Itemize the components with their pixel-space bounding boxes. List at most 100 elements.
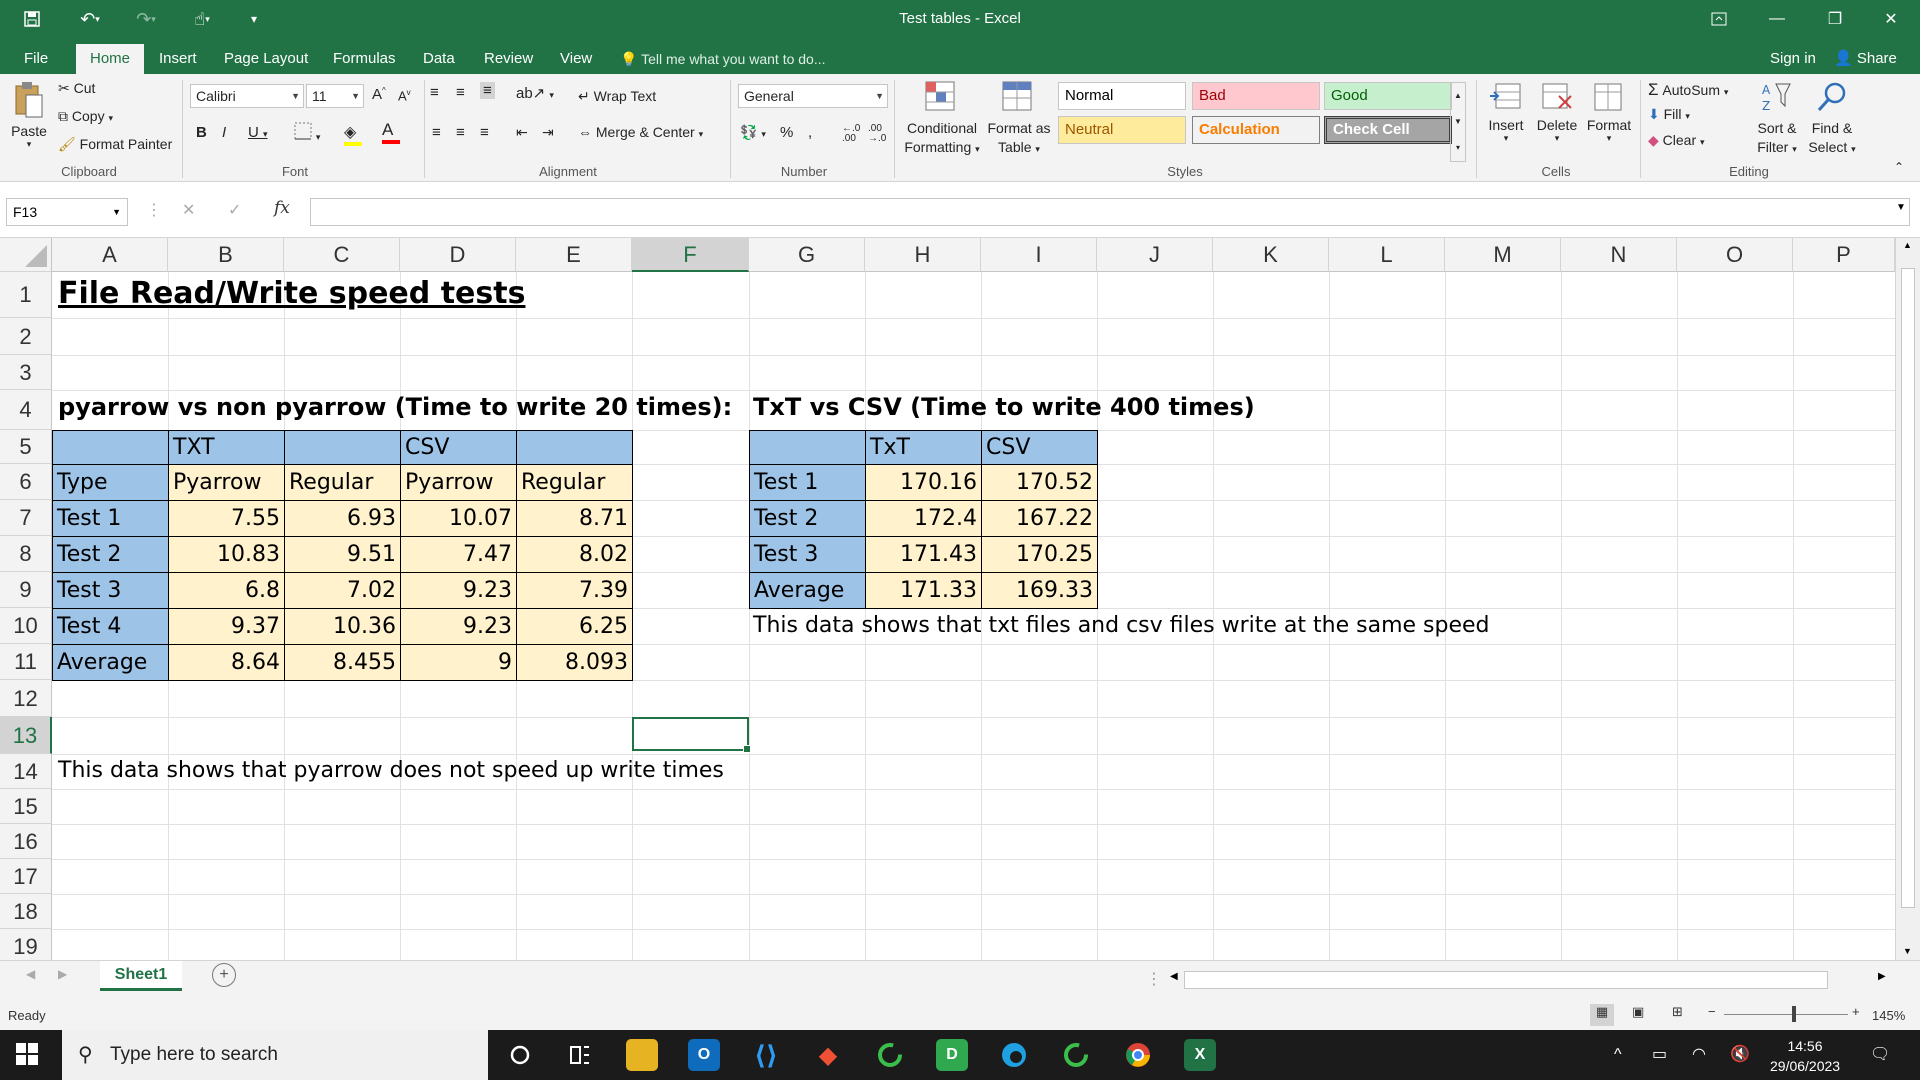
prev-sheet-icon[interactable]: ◀ (26, 967, 35, 981)
sign-in-link[interactable]: Sign in (1770, 44, 1816, 74)
table1-group-header[interactable]: TXT (168, 430, 285, 465)
zoom-in-icon[interactable]: + (1852, 1004, 1860, 1019)
table1-note[interactable]: This data shows that pyarrow does not sp… (54, 754, 728, 788)
merge-center-button[interactable]: ⇔ Merge & Center ▾ (578, 124, 703, 140)
table2-value-cell[interactable]: 171.33 (865, 572, 982, 609)
format-cells-button[interactable]: Format ▾ (1584, 80, 1634, 144)
row-header-14[interactable]: 14 (0, 754, 52, 789)
tab-page-layout[interactable]: Page Layout (218, 44, 314, 74)
notifications-icon[interactable]: 🗨 (1870, 1030, 1890, 1080)
paste-button[interactable]: Paste ▾ (8, 80, 50, 150)
table2-value-cell[interactable]: 170.25 (981, 536, 1098, 573)
sheet-title[interactable]: File Read/Write speed tests (54, 274, 529, 314)
file-explorer-icon[interactable] (626, 1039, 658, 1071)
row-header-8[interactable]: 8 (0, 536, 52, 572)
column-header-j[interactable]: J (1097, 238, 1213, 272)
cell-style-normal[interactable]: Normal (1058, 82, 1186, 110)
redo-icon[interactable]: ↷ ▾ (124, 0, 168, 38)
table1-value-cell[interactable]: 7.39 (516, 572, 633, 609)
taskbar-search[interactable]: ⚲ Type here to search (62, 1030, 488, 1080)
table1-column-header[interactable]: Pyarrow (400, 464, 517, 501)
table1-value-cell[interactable]: 7.47 (400, 536, 517, 573)
scroll-left-icon[interactable]: ◀ (1170, 971, 1178, 982)
git-icon[interactable]: ◆ (812, 1039, 844, 1071)
styles-scroll-icon[interactable]: ▲ ▼ ▾ (1450, 82, 1466, 162)
table1-row-label[interactable]: Test 4 (52, 608, 169, 645)
column-header-c[interactable]: C (284, 238, 400, 272)
table2-value-cell[interactable]: 171.43 (865, 536, 982, 573)
number-format-combo[interactable]: General ▼ (738, 84, 888, 108)
split-handle-icon[interactable]: ⋮ (1146, 969, 1162, 989)
column-header-g[interactable]: G (749, 238, 865, 272)
row-header-18[interactable]: 18 (0, 894, 52, 929)
borders-icon[interactable]: ▾ (294, 122, 320, 143)
table1-group-header[interactable] (52, 430, 169, 465)
volume-muted-icon[interactable]: 🔇 (1730, 1030, 1750, 1080)
battery-icon[interactable]: ▭ (1652, 1030, 1667, 1080)
restore-icon[interactable]: ❐ (1806, 0, 1864, 38)
align-bottom-icon[interactable]: ≡ (480, 82, 495, 99)
cell-style-good[interactable]: Good (1324, 82, 1452, 110)
column-header-e[interactable]: E (516, 238, 632, 272)
autosum-button[interactable]: Σ AutoSum ▾ (1648, 80, 1728, 100)
table1-value-cell[interactable]: 7.02 (284, 572, 401, 609)
tab-home[interactable]: Home (76, 44, 145, 74)
customize-qat-icon[interactable]: ▾ (242, 0, 266, 38)
copy-button[interactable]: ⧉ Copy ▾ (58, 108, 113, 125)
table1-value-cell[interactable]: 9.23 (400, 608, 517, 645)
scroll-up-icon[interactable]: ▲ (1903, 240, 1912, 250)
column-header-m[interactable]: M (1445, 238, 1561, 272)
table1-value-cell[interactable]: 10.07 (400, 500, 517, 537)
delete-cells-button[interactable]: Delete ▾ (1532, 80, 1582, 144)
row-header-17[interactable]: 17 (0, 859, 52, 894)
table1-value-cell[interactable]: 8.64 (168, 644, 285, 681)
table2-value-cell[interactable]: 170.16 (865, 464, 982, 501)
table1-value-cell[interactable]: 8.02 (516, 536, 633, 573)
normal-view-icon[interactable]: ▦ (1590, 1004, 1614, 1026)
row-header-10[interactable]: 10 (0, 608, 52, 644)
table1-value-cell[interactable]: 6.93 (284, 500, 401, 537)
outlook-icon[interactable]: O (688, 1039, 720, 1071)
table1-value-cell[interactable]: 10.36 (284, 608, 401, 645)
row-header-11[interactable]: 11 (0, 644, 52, 680)
tray-overflow-icon[interactable]: ^ (1614, 1030, 1622, 1080)
cut-button[interactable]: ✂ Cut (58, 80, 95, 97)
app-ring-icon[interactable] (874, 1039, 906, 1071)
row-header-4[interactable]: 4 (0, 390, 52, 430)
find-select-button[interactable]: Find & Select ▾ (1804, 80, 1860, 159)
table2-column-header[interactable]: CSV (981, 430, 1098, 465)
underline-button[interactable]: U ▾ (248, 124, 268, 141)
select-all-corner[interactable] (0, 238, 52, 272)
column-header-n[interactable]: N (1561, 238, 1677, 272)
increase-indent-icon[interactable]: ⇥ (542, 124, 554, 141)
share-button[interactable]: 👤 Share (1834, 44, 1897, 74)
row-header-3[interactable]: 3 (0, 355, 52, 390)
table1-column-header[interactable]: Regular (284, 464, 401, 501)
table1-value-cell[interactable]: 9.51 (284, 536, 401, 573)
sheet-tab-sheet1[interactable]: Sheet1 (100, 961, 182, 991)
font-size-combo[interactable]: 11 ▼ (306, 84, 364, 108)
horizontal-scroll-thumb[interactable] (1184, 971, 1828, 989)
table2-row-label[interactable]: Test 3 (749, 536, 866, 573)
clock[interactable]: 14:56 29/06/2023 (1770, 1036, 1840, 1076)
tab-review[interactable]: Review (478, 44, 539, 74)
increase-decimal-icon[interactable]: ←.0.00 (842, 124, 860, 144)
table1-column-header[interactable]: Pyarrow (168, 464, 285, 501)
wifi-icon[interactable]: ◠ (1692, 1030, 1706, 1080)
table1-value-cell[interactable]: 8.455 (284, 644, 401, 681)
column-header-p[interactable]: P (1793, 238, 1895, 272)
table1-value-cell[interactable]: 8.71 (516, 500, 633, 537)
column-header-b[interactable]: B (168, 238, 284, 272)
table2-column-header[interactable] (749, 430, 866, 465)
font-color-icon[interactable]: A (382, 120, 400, 144)
column-header-k[interactable]: K (1213, 238, 1329, 272)
decrease-font-icon[interactable]: Av (398, 88, 411, 103)
vscode-icon[interactable]: ⟨⟩ (750, 1039, 782, 1071)
row-header-19[interactable]: 19 (0, 929, 52, 960)
table2-value-cell[interactable]: 170.52 (981, 464, 1098, 501)
table1-group-header[interactable] (516, 430, 633, 465)
table2-value-cell[interactable]: 167.22 (981, 500, 1098, 537)
table1-value-cell[interactable]: 6.25 (516, 608, 633, 645)
accounting-format-icon[interactable]: 💱 ▾ (740, 124, 766, 141)
vertical-scroll-thumb[interactable] (1901, 268, 1915, 908)
